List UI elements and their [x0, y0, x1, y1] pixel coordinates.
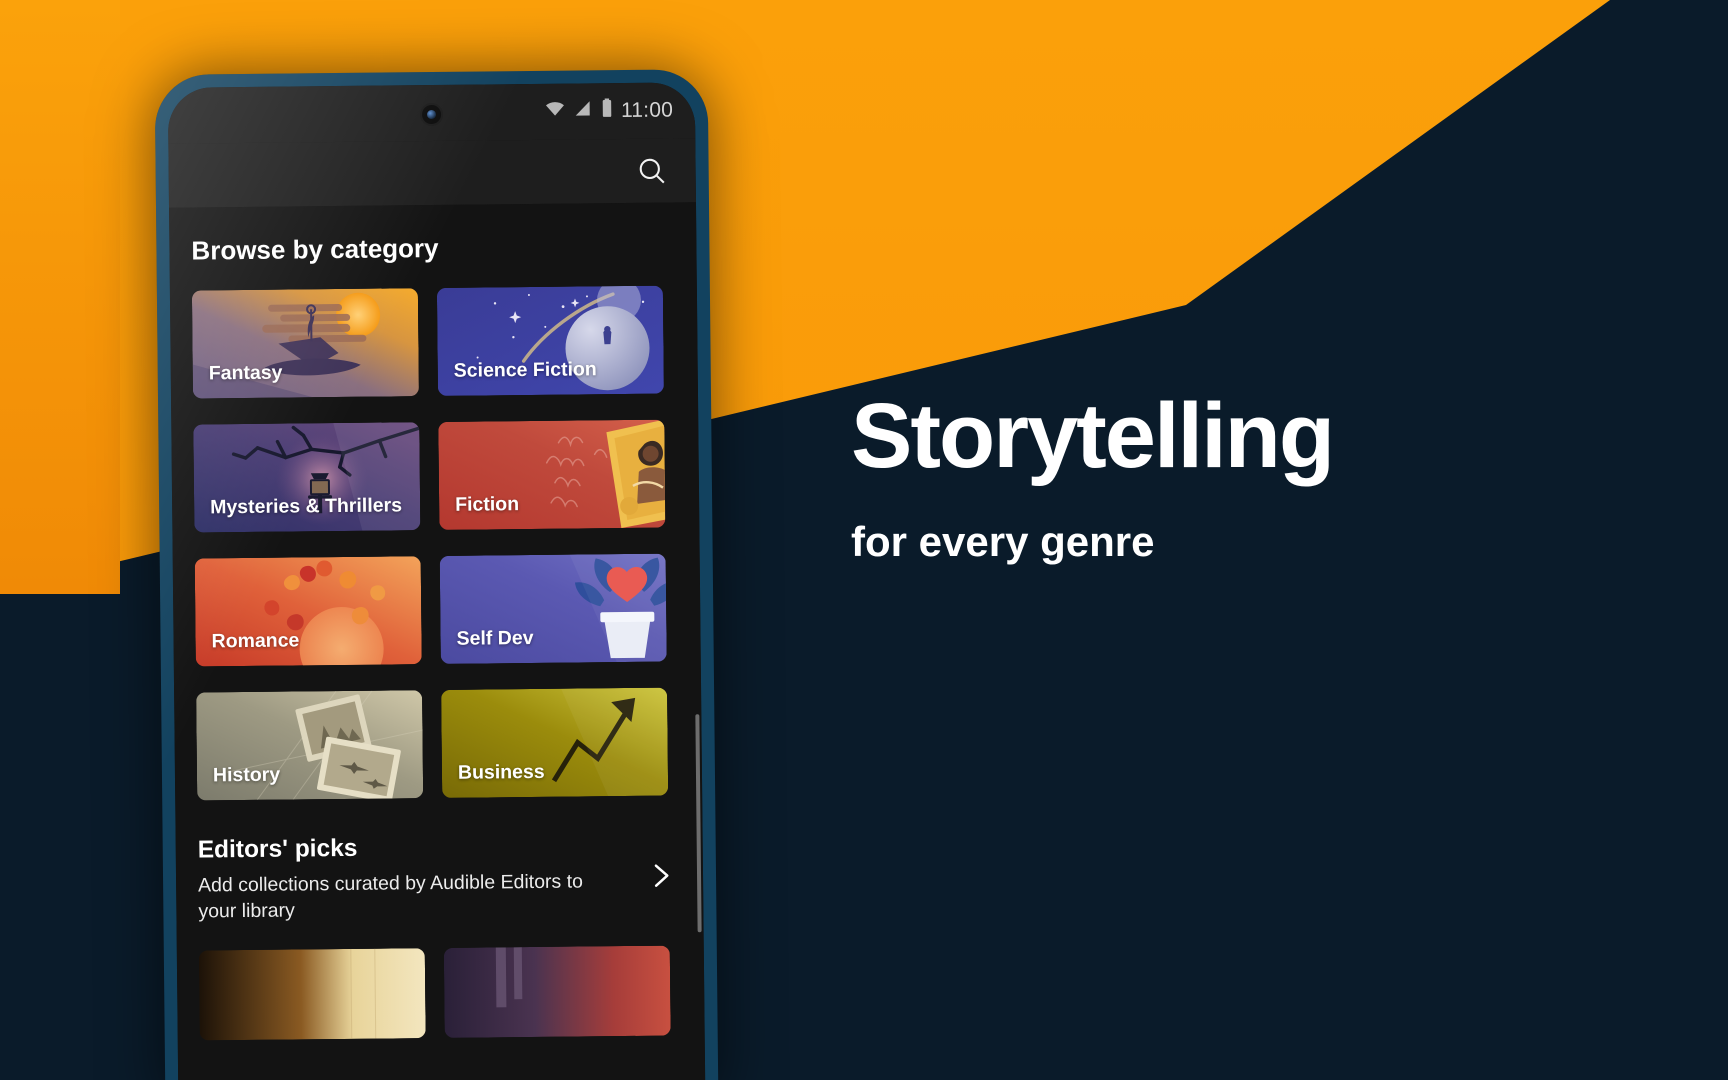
phone-screen: 11:00 Browse by category Fantasy Science… — [167, 82, 706, 1080]
category-tile-mysteries-thrillers[interactable]: Mysteries & Thrillers — [193, 422, 421, 533]
promo-block: Storytelling for every genre — [851, 390, 1551, 566]
category-label: Romance — [211, 629, 300, 653]
category-label: Self Dev — [456, 626, 534, 650]
app-bar — [168, 138, 696, 208]
category-tile-science-fiction[interactable]: Science Fiction — [436, 285, 664, 396]
category-tile-romance[interactable]: Romance — [194, 556, 422, 667]
category-tile-fantasy[interactable]: Fantasy — [191, 288, 420, 399]
promo-subtitle: for every genre — [851, 518, 1155, 565]
wifi-icon — [544, 98, 566, 126]
category-label: Fantasy — [208, 361, 283, 385]
editors-picks-subtitle: Add collections curated by Audible Edito… — [197, 870, 584, 923]
category-grid: Fantasy Science Fiction Mysteries & Thri… — [191, 285, 702, 801]
category-tile-fiction[interactable]: Fiction — [438, 419, 666, 530]
editors-picks-texts: Editors' picks Add collections curated b… — [198, 832, 642, 925]
category-tile-self-dev[interactable]: Self Dev — [439, 553, 667, 664]
battery-icon — [600, 97, 614, 125]
search-button[interactable] — [631, 151, 671, 191]
chevron-right-icon — [654, 864, 669, 888]
category-label: History — [212, 763, 281, 787]
category-label: Mysteries & Thrillers — [210, 494, 403, 519]
editors-picks-cards — [198, 946, 705, 1041]
search-icon — [639, 158, 665, 183]
phone-mockup: 11:00 Browse by category Fantasy Science… — [154, 69, 719, 1080]
editors-picks-row[interactable]: Editors' picks Add collections curated b… — [176, 831, 704, 925]
category-label: Fiction — [455, 493, 520, 516]
orange-left-band — [0, 0, 120, 594]
front-camera — [419, 102, 444, 127]
category-label: Science Fiction — [453, 358, 597, 382]
editors-picks-chevron-button[interactable] — [641, 861, 681, 891]
pick-card[interactable] — [443, 946, 671, 1039]
cellular-signal-icon — [573, 98, 593, 124]
category-label: Business — [457, 760, 545, 784]
category-tile-business[interactable]: Business — [441, 687, 669, 798]
promo-title: Storytelling — [851, 385, 1335, 487]
page-title: Browse by category — [191, 232, 439, 266]
status-clock: 11:00 — [620, 98, 674, 123]
category-tile-history[interactable]: History — [196, 690, 424, 801]
browse-content[interactable]: Browse by category Fantasy Science Ficti… — [169, 202, 706, 1080]
editors-picks-title: Editors' picks — [197, 834, 358, 864]
pick-card[interactable] — [198, 948, 426, 1041]
